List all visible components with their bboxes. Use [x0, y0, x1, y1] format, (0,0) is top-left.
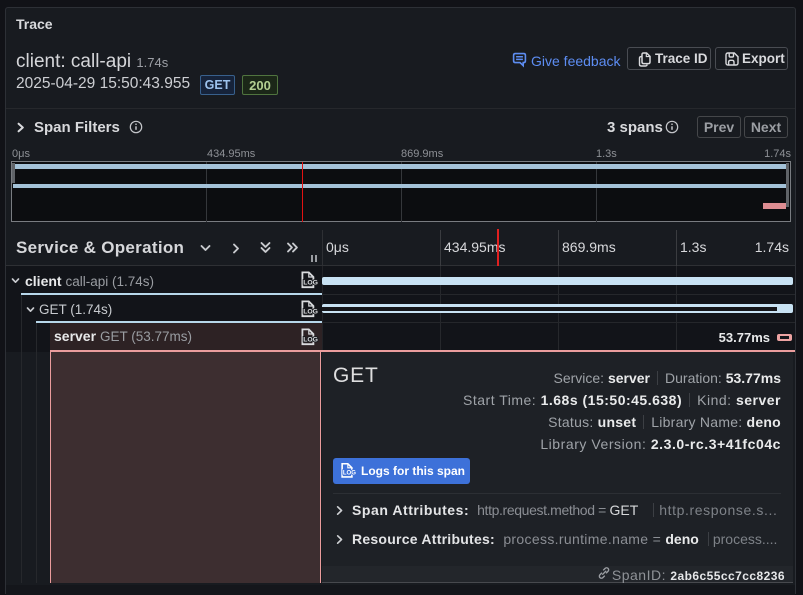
- svg-text:LOG: LOG: [303, 308, 318, 315]
- svg-text:LOG: LOG: [343, 471, 356, 477]
- svg-text:LOG: LOG: [303, 280, 318, 287]
- svg-text:LOG: LOG: [303, 337, 318, 344]
